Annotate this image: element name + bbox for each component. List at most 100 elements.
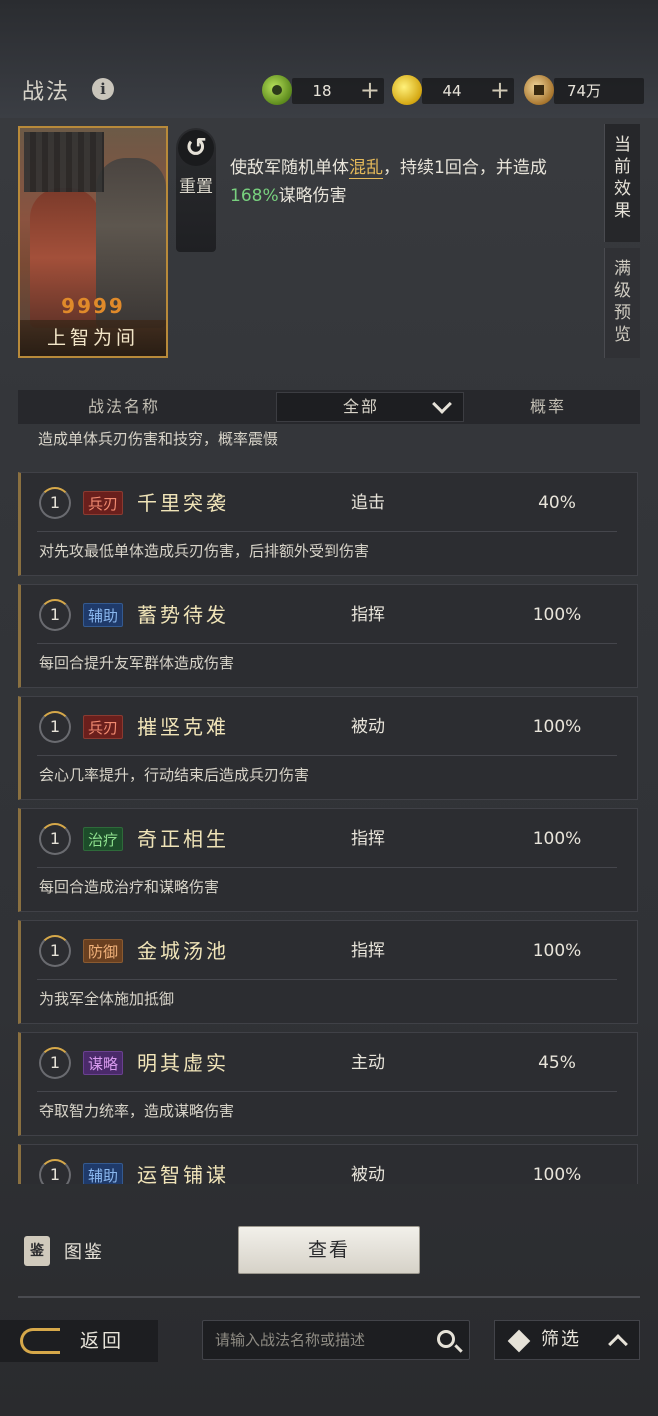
tactic-name: 摧坚克难 (137, 715, 229, 739)
info-icon[interactable]: i (92, 78, 114, 100)
gold-resource: 44 + (422, 78, 514, 104)
category-tag: 辅助 (83, 603, 124, 627)
tactic-type: 指挥 (351, 605, 385, 625)
tactic-desc: 对先攻最低单体造成兵刃伤害，后排额外受到伤害 (39, 542, 370, 560)
category-tag: 兵刃 (83, 715, 124, 739)
tactic-card[interactable]: 9999 上智为间 (18, 126, 168, 358)
column-header-name: 战法名称 (88, 397, 161, 416)
tactic-name: 奇正相生 (137, 827, 229, 851)
atlas-label: 图鉴 (64, 1242, 104, 1263)
divider (37, 531, 617, 532)
copper-coin-icon (524, 75, 554, 105)
tactic-rate: 40% (538, 493, 576, 513)
top-bar: 战法 i 18 + 44 + 74万 (0, 0, 658, 118)
effect-text-part: ，持续1回合，并造成 (383, 158, 547, 178)
search-input[interactable] (215, 1321, 425, 1359)
chevron-up-icon (608, 1334, 628, 1354)
level-badge: 1 (39, 711, 71, 743)
jade-resource: 18 + (292, 78, 384, 104)
tactic-name: 千里突袭 (137, 491, 229, 515)
gold-coin-icon (392, 75, 422, 105)
tactic-rate: 100% (532, 717, 582, 737)
level-badge: 1 (39, 487, 71, 519)
list-item[interactable]: 1 防御 金城汤池 指挥 100% 为我军全体施加抵御 (18, 920, 638, 1024)
divider (37, 755, 617, 756)
tactic-rate: 100% (532, 605, 582, 625)
filter-icon (507, 1329, 531, 1353)
list-item[interactable]: 1 谋略 明其虚实 主动 45% 夺取智力统率，造成谋略伤害 (18, 1032, 638, 1136)
tactic-rate: 100% (532, 1165, 582, 1184)
effect-text-part: 使敌军随机单体 (230, 158, 349, 178)
tactic-type: 被动 (351, 1165, 385, 1184)
filter-label: 筛选 (541, 1329, 581, 1350)
tab-max-preview[interactable]: 满级预览 (604, 248, 640, 358)
effect-keyword[interactable]: 混乱 (349, 158, 383, 179)
atlas-icon: 鉴 (24, 1236, 50, 1266)
divider (37, 979, 617, 980)
effect-text-part: 谋略伤害 (278, 186, 347, 206)
jade-coin-icon (262, 75, 292, 105)
list-item[interactable]: 1 辅助 蓄势待发 指挥 100% 每回合提升友军群体造成伤害 (18, 584, 638, 688)
copper-resource: 74万 (554, 78, 644, 104)
category-tag: 兵刃 (83, 491, 124, 515)
back-label: 返回 (80, 1330, 125, 1352)
list-item-desc: 造成单体兵刃伤害和技穷，概率震慑 (38, 430, 279, 448)
add-gold-button[interactable]: + (490, 78, 510, 102)
list-item[interactable]: 1 治疗 奇正相生 指挥 100% 每回合造成治疗和谋略伤害 (18, 808, 638, 912)
tactic-rate: 100% (532, 941, 582, 961)
tactic-name: 金城汤池 (137, 939, 229, 963)
tactic-type: 被动 (351, 717, 385, 737)
reset-button[interactable]: ↺ 重置 (176, 128, 216, 252)
tactic-desc: 每回合提升友军群体造成伤害 (39, 654, 235, 672)
effect-description: 使敌军随机单体混乱，持续1回合，并造成 168%谋略伤害 (230, 154, 600, 210)
column-header-rate: 概率 (530, 397, 567, 416)
gold-value: 44 (442, 82, 462, 100)
divider (37, 867, 617, 868)
tactic-name: 运智铺谋 (137, 1163, 229, 1184)
category-tag: 治疗 (83, 827, 124, 851)
card-art-censored (24, 132, 104, 192)
tab-max-preview-label: 满级预览 (614, 259, 631, 345)
level-badge: 1 (39, 599, 71, 631)
search-icon[interactable] (437, 1330, 455, 1348)
tab-current-effect-label: 当前效果 (614, 135, 631, 221)
view-button[interactable]: 查看 (238, 1226, 420, 1274)
level-badge: 1 (39, 1159, 71, 1184)
table-header: 战法名称 全部 概率 (18, 390, 640, 424)
tactic-type: 主动 (351, 1053, 385, 1073)
copper-value: 74万 (566, 82, 602, 100)
list-item[interactable]: 1 兵刃 千里突袭 追击 40% 对先攻最低单体造成兵刃伤害，后排额外受到伤害 (18, 472, 638, 576)
tactic-desc: 每回合造成治疗和谋略伤害 (39, 878, 220, 896)
divider (18, 1296, 640, 1298)
jade-value: 18 (312, 82, 332, 100)
reset-icon: ↺ (178, 130, 214, 166)
divider (37, 643, 617, 644)
category-tag: 防御 (83, 939, 124, 963)
category-tag: 辅助 (83, 1163, 124, 1184)
list-item[interactable]: 1 辅助 运智铺谋 被动 100% (18, 1144, 638, 1184)
filter-button[interactable]: 筛选 (494, 1320, 640, 1360)
tactic-type: 指挥 (351, 941, 385, 961)
back-arrow-icon (20, 1328, 60, 1354)
tactic-type: 指挥 (351, 829, 385, 849)
level-badge: 1 (39, 1047, 71, 1079)
type-filter-dropdown[interactable]: 全部 (276, 392, 464, 422)
list-item[interactable]: 1 兵刃 摧坚克难 被动 100% 会心几率提升，行动结束后造成兵刃伤害 (18, 696, 638, 800)
type-filter-value: 全部 (343, 397, 380, 416)
divider (37, 1091, 617, 1092)
tactic-desc: 会心几率提升，行动结束后造成兵刃伤害 (39, 766, 310, 784)
category-tag: 谋略 (83, 1051, 124, 1075)
card-name: 上智为间 (20, 320, 166, 356)
tactic-desc: 为我军全体施加抵御 (39, 990, 175, 1008)
tab-current-effect[interactable]: 当前效果 (604, 124, 640, 242)
add-jade-button[interactable]: + (360, 78, 380, 102)
chevron-down-icon (432, 394, 452, 414)
level-badge: 1 (39, 935, 71, 967)
search-box (202, 1320, 470, 1360)
page-title: 战法 (22, 80, 71, 105)
tactic-name: 蓄势待发 (137, 603, 229, 627)
effect-percent: 168% (230, 186, 279, 206)
level-badge: 1 (39, 823, 71, 855)
tactic-list[interactable]: 造成单体兵刃伤害和技穷，概率震慑 1 兵刃 千里突袭 追击 40% 对先攻最低单… (18, 428, 640, 1184)
back-button[interactable]: 返回 (0, 1320, 158, 1362)
